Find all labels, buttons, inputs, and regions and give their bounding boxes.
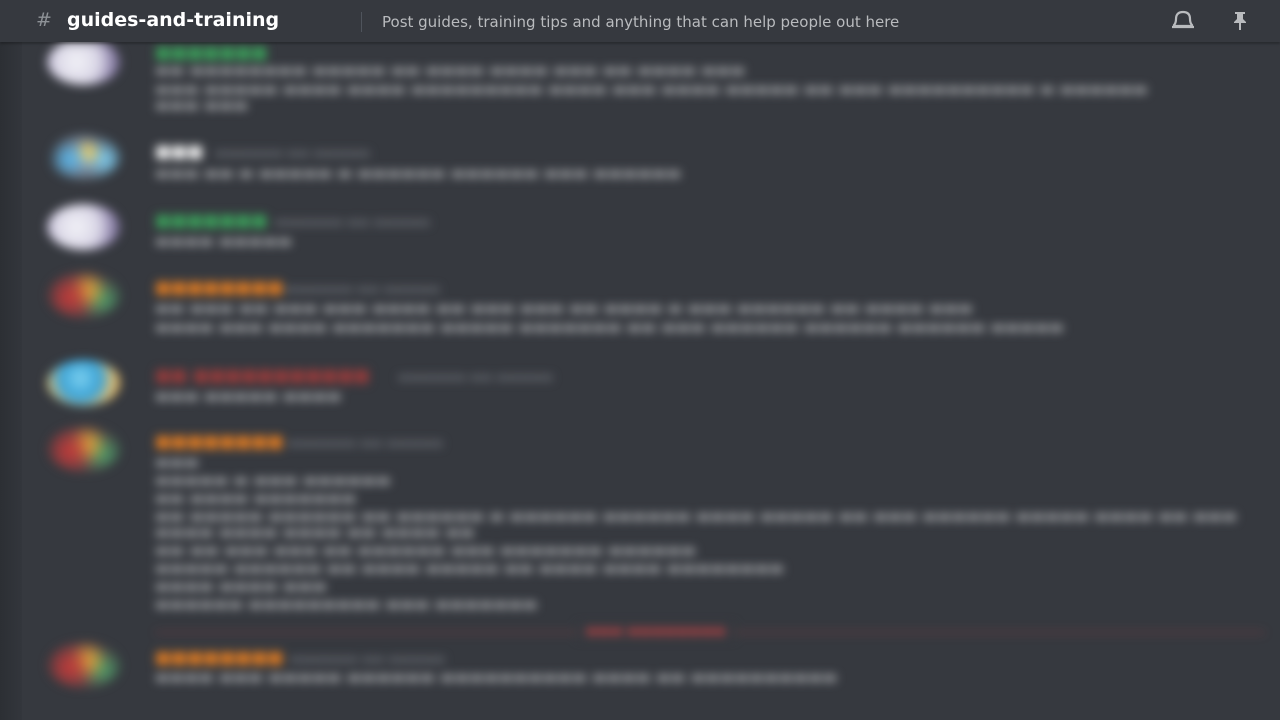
message-timestamp: ▬▬▬▬▬▬ ▬▬ ▬▬▬▬▬ bbox=[290, 652, 446, 666]
message-line: ▬▬▬▬▬ ▬ ▬▬▬ ▬▬▬▬▬▬ bbox=[155, 471, 391, 489]
message-author[interactable]: ■■■■■■■■ bbox=[155, 648, 284, 668]
message-timestamp: ▬▬▬▬▬▬ ▬▬ ▬▬▬▬▬ bbox=[215, 146, 371, 160]
message-author[interactable]: ■■ ■■■■■■■■■■■ bbox=[155, 366, 370, 386]
message-line: ▬▬▬▬ ▬▬▬ ▬▬▬▬▬ ▬▬▬▬▬▬ ▬▬▬▬▬▬▬▬▬▬ ▬▬▬▬ ▬▬… bbox=[155, 668, 838, 686]
message-line: ▬▬▬▬▬ ▬▬▬▬▬▬ ▬▬ ▬▬▬▬ ▬▬▬▬▬ ▬▬ ▬▬▬▬ ▬▬▬▬ … bbox=[155, 559, 785, 577]
message-line: ▬▬▬ ▬▬▬ bbox=[155, 96, 249, 114]
message-line: ▬▬▬▬ ▬▬▬▬ ▬▬▬▬ ▬▬ ▬▬▬▬ ▬▬ bbox=[155, 523, 475, 541]
message-timestamp: ▬▬▬▬▬▬ ▬▬ ▬▬▬▬▬ bbox=[275, 215, 431, 229]
pin-icon[interactable] bbox=[1226, 8, 1254, 34]
message-author[interactable]: ■■■■■■■■ bbox=[155, 278, 284, 298]
channel-name: guides-and-training bbox=[67, 9, 280, 31]
avatar[interactable] bbox=[47, 426, 121, 472]
message-author[interactable]: ■■■■■■■ bbox=[155, 43, 267, 63]
message-timestamp: ▬▬▬▬▬▬ ▬▬ ▬▬▬▬▬ bbox=[288, 436, 444, 450]
message-line: ▬▬▬▬ ▬▬▬▬▬ bbox=[155, 232, 293, 250]
message-line: ▬▬▬▬▬▬ ▬▬▬▬▬▬▬▬▬ ▬▬▬ ▬▬▬▬▬▬▬ bbox=[155, 595, 538, 613]
message-author[interactable]: ■■■■■■■■ bbox=[155, 432, 284, 452]
message-line: ▬▬ ▬▬ ▬▬▬ ▬▬▬ ▬▬ ▬▬▬▬▬▬ ▬▬▬ ▬▬▬▬▬▬▬ ▬▬▬▬… bbox=[155, 541, 697, 559]
channel-hash-icon: # bbox=[36, 9, 52, 31]
avatar[interactable] bbox=[47, 360, 121, 406]
message-line: ▬▬ ▬▬▬▬ ▬▬▬▬▬▬▬ bbox=[155, 489, 357, 507]
message-line: ▬▬▬ bbox=[155, 453, 200, 471]
message-line: ▬▬▬ ▬▬▬▬▬ ▬▬▬▬ bbox=[155, 387, 342, 405]
message-timestamp: ▬▬▬▬▬▬ ▬▬ ▬▬▬▬▬ bbox=[398, 370, 554, 384]
message-line: ▬▬▬▬ ▬▬▬▬ ▬▬▬ bbox=[155, 577, 327, 595]
channel-topic[interactable]: Post guides, training tips and anything … bbox=[382, 13, 899, 31]
message-line: ▬▬ ▬▬▬ ▬▬ ▬▬▬ ▬▬▬ ▬▬▬▬ ▬▬ ▬▬▬ ▬▬▬ ▬▬ ▬▬▬… bbox=[155, 299, 973, 317]
header-divider bbox=[361, 12, 362, 32]
message-line: ▬▬▬ ▬▬▬▬▬ ▬▬▬▬ ▬▬▬▬ ▬▬▬▬▬▬▬▬▬ ▬▬▬▬ ▬▬▬ ▬… bbox=[155, 80, 1148, 98]
avatar[interactable] bbox=[47, 204, 121, 250]
message-list[interactable]: ■■■■■■■ ▬▬ ▬▬▬▬▬▬▬▬ ▬▬▬▬▬ ▬▬ ▬▬▬▬ ▬▬▬▬ ▬… bbox=[0, 42, 1280, 720]
message-timestamp: ▬▬▬▬▬▬ ▬▬ ▬▬▬▬▬ bbox=[285, 282, 441, 296]
message-author[interactable]: ■■■■■■■ bbox=[155, 211, 267, 231]
avatar[interactable] bbox=[47, 134, 121, 180]
avatar[interactable] bbox=[47, 642, 121, 688]
new-messages-label: ▬▬▬ ▬▬▬▬▬▬▬▬ bbox=[578, 624, 734, 639]
notification-bell-icon[interactable] bbox=[1169, 8, 1197, 34]
message-line: ▬▬▬▬ ▬▬▬ ▬▬▬▬ ▬▬▬▬▬▬▬ ▬▬▬▬▬ ▬▬▬▬▬▬▬ ▬▬ ▬… bbox=[155, 318, 1064, 336]
avatar[interactable] bbox=[47, 272, 121, 318]
message-author[interactable]: ■■■ bbox=[155, 142, 203, 162]
message-line: ▬▬ ▬▬▬▬▬▬▬▬ ▬▬▬▬▬ ▬▬ ▬▬▬▬ ▬▬▬▬ ▬▬▬ ▬▬ ▬▬… bbox=[155, 61, 746, 79]
message-line: ▬▬▬ ▬▬ ▬ ▬▬▬▬▬ ▬ ▬▬▬▬▬▬ ▬▬▬▬▬▬ ▬▬▬ ▬▬▬▬▬… bbox=[155, 164, 682, 182]
avatar[interactable] bbox=[47, 42, 121, 85]
channel-header: # guides-and-training Post guides, train… bbox=[0, 0, 1280, 42]
